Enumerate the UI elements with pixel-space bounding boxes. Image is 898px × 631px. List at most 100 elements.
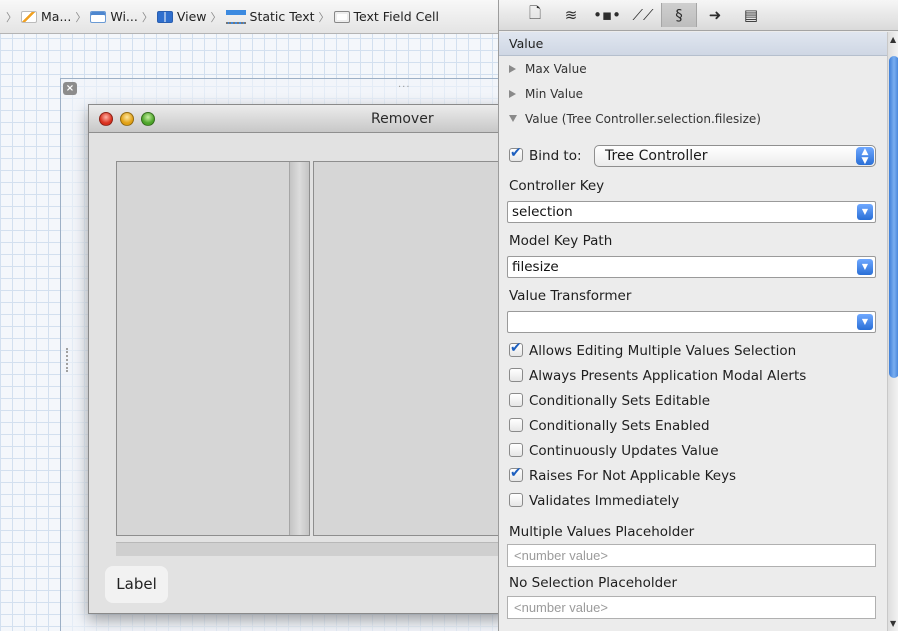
breadcrumb-label: Static Text [249, 9, 315, 24]
option-conditionally-sets-enabled[interactable]: Conditionally Sets Enabled [509, 418, 710, 434]
quick-help-icon[interactable]: ≋ [553, 3, 589, 27]
controller-key-label: Controller Key [509, 178, 605, 194]
chevron-right-icon: 〉 [6, 10, 17, 24]
breadcrumb-static-text[interactable]: Static Text [225, 9, 315, 24]
side-resize-handle[interactable] [66, 348, 68, 372]
bind-to-row: Bind to: [509, 145, 582, 164]
checkbox[interactable] [509, 368, 523, 382]
breadcrumb-label: Ma... [41, 9, 72, 24]
checkbox[interactable] [509, 393, 523, 407]
bind-to-value: Tree Controller [605, 148, 708, 164]
close-button-icon[interactable] [99, 112, 113, 126]
bindings-icon[interactable]: § [661, 3, 697, 27]
window-titlebar[interactable]: Remover [89, 105, 498, 133]
chevron-down-icon[interactable]: ▼ [857, 314, 873, 330]
option-label: Raises For Not Applicable Keys [529, 468, 737, 484]
zoom-button-icon[interactable] [141, 112, 155, 126]
breadcrumb-window[interactable]: Wi... [90, 9, 138, 24]
inspector-panel: 🗋 ≋ •▪• ⟋⟋ § ➜ ▤ Value Max Value Min Val… [498, 0, 898, 631]
checkbox[interactable] [509, 465, 523, 482]
disclosure-triangle-icon[interactable] [509, 115, 517, 122]
option-label: Allows Editing Multiple Values Selection [529, 343, 797, 359]
minimize-button-icon[interactable] [120, 112, 134, 126]
inspector-scrollbar[interactable]: ▲ ▼ [887, 32, 898, 631]
right-outline-view[interactable] [313, 161, 498, 536]
disclosure-label: Min Value [525, 86, 584, 101]
value-transformer-label: Value Transformer [509, 288, 632, 304]
disclosure-triangle-icon[interactable] [509, 89, 516, 98]
static-text-label[interactable]: Label [105, 566, 168, 603]
option-always-presents-alerts[interactable]: Always Presents Application Modal Alerts [509, 368, 806, 384]
scroll-thumb[interactable] [889, 56, 898, 378]
bind-to-label: Bind to: [529, 148, 582, 164]
value-transformer-combobox[interactable]: ▼ [507, 311, 876, 333]
breadcrumb-view[interactable]: View [156, 9, 207, 24]
breadcrumb-main-menu[interactable]: Ma... [21, 9, 71, 24]
option-label: Always Presents Application Modal Alerts [529, 368, 807, 384]
controller-key-value: selection [512, 204, 573, 220]
checkbox[interactable] [509, 493, 523, 507]
checkbox[interactable] [509, 340, 523, 357]
jump-bar: 〉 Ma... 〉 Wi... 〉 View 〉 Static Text 〉 T… [0, 0, 498, 34]
resize-handle[interactable]: ··· [398, 82, 411, 93]
checkbox[interactable] [509, 443, 523, 457]
model-key-path-combobox[interactable]: filesize ▼ [507, 256, 876, 278]
chevron-down-icon[interactable]: ▼ [857, 259, 873, 275]
breadcrumb-text-field-cell[interactable]: Text Field Cell [333, 9, 439, 24]
chevron-right-icon: 〉 [318, 10, 330, 24]
disclosure-min-value[interactable]: Min Value [499, 81, 887, 106]
option-validates-immediately[interactable]: Validates Immediately [509, 493, 679, 509]
chevron-right-icon: 〉 [141, 10, 153, 24]
effects-icon[interactable]: ▤ [733, 3, 769, 27]
option-label: Conditionally Sets Enabled [529, 418, 710, 434]
close-icon[interactable]: × [63, 82, 77, 95]
option-raises-for-not-applicable[interactable]: Raises For Not Applicable Keys [509, 465, 737, 484]
remover-window[interactable]: Remover Label [88, 104, 498, 614]
text-field-cell-icon [333, 10, 350, 23]
option-label: Continuously Updates Value [529, 443, 719, 459]
no-selection-placeholder-field[interactable] [507, 596, 876, 619]
no-selection-placeholder-label: No Selection Placeholder [509, 575, 678, 591]
static-text-icon [225, 9, 246, 24]
interface-builder-canvas[interactable]: × ··· Remover Label 〉 Ma... 〉 Wi... 〉 Vi… [0, 0, 498, 631]
window-title: Remover [371, 111, 434, 127]
option-continuously-updates[interactable]: Continuously Updates Value [509, 443, 719, 459]
breadcrumb-label: Text Field Cell [353, 9, 439, 24]
chevron-right-icon: 〉 [75, 10, 87, 24]
horizontal-scroller[interactable] [116, 542, 498, 556]
option-label: Conditionally Sets Editable [529, 393, 711, 409]
multiple-values-placeholder-label: Multiple Values Placeholder [509, 524, 695, 540]
vertical-scroller[interactable] [289, 162, 309, 535]
identity-icon[interactable]: •▪• [589, 3, 625, 27]
scroll-up-icon[interactable]: ▲ [890, 35, 896, 44]
section-header-value[interactable]: Value [499, 32, 887, 56]
connections-icon[interactable]: ➜ [697, 3, 733, 27]
bind-to-popup[interactable]: Tree Controller ▲ ▼ [594, 145, 876, 167]
attributes-icon[interactable]: ⟋⟋ [625, 3, 661, 27]
disclosure-value[interactable]: Value (Tree Controller.selection.filesiz… [499, 106, 887, 131]
option-conditionally-sets-editable[interactable]: Conditionally Sets Editable [509, 393, 710, 409]
menu-icon [21, 10, 37, 23]
disclosure-triangle-icon[interactable] [509, 64, 516, 73]
checkbox[interactable] [509, 418, 523, 432]
view-icon [156, 10, 173, 23]
controller-key-combobox[interactable]: selection ▼ [507, 201, 876, 223]
window-icon [90, 10, 107, 23]
chevron-right-icon: 〉 [210, 10, 222, 24]
left-outline-view[interactable] [116, 161, 310, 536]
bind-to-checkbox[interactable] [509, 145, 523, 162]
inspector-toolbar: 🗋 ≋ •▪• ⟋⟋ § ➜ ▤ [499, 0, 898, 31]
model-key-path-value: filesize [512, 259, 559, 275]
option-label: Validates Immediately [529, 493, 680, 509]
option-allows-editing-multiple[interactable]: Allows Editing Multiple Values Selection [509, 340, 797, 359]
breadcrumb-label: Wi... [110, 9, 138, 24]
file-icon[interactable]: 🗋 [517, 3, 553, 27]
model-key-path-label: Model Key Path [509, 233, 613, 249]
disclosure-max-value[interactable]: Max Value [499, 56, 887, 81]
inspector-body: Value Max Value Min Value Value (Tree Co… [499, 32, 887, 631]
multiple-values-placeholder-field[interactable] [507, 544, 876, 567]
scroll-down-icon[interactable]: ▼ [890, 619, 896, 628]
popup-arrows-icon: ▲ ▼ [856, 147, 874, 166]
disclosure-label: Value (Tree Controller.selection.filesiz… [525, 111, 761, 126]
chevron-down-icon[interactable]: ▼ [857, 204, 873, 220]
